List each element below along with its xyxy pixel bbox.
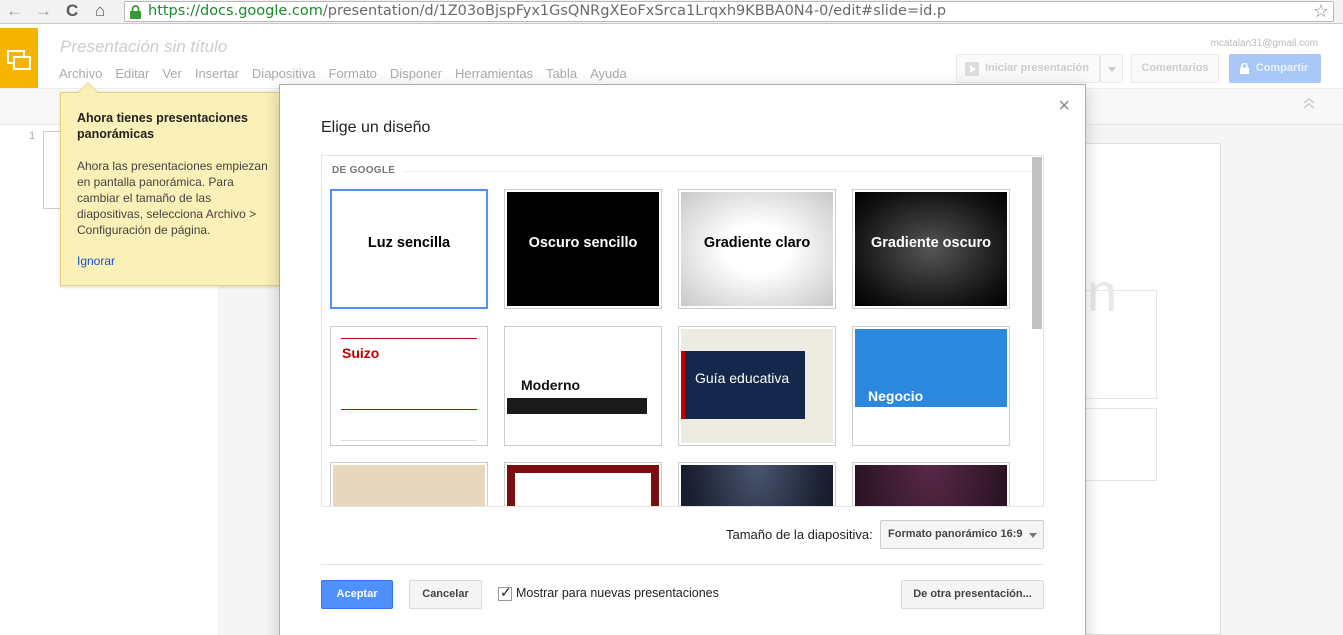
section-divider [404, 171, 1034, 172]
menu-herramientas[interactable]: Herramientas [455, 66, 533, 81]
theme-name: Oscuro sencillo [528, 235, 638, 251]
dialog-divider [321, 564, 1044, 565]
bookmark-star-icon[interactable]: ☆ [1313, 1, 1329, 22]
show-for-new-label[interactable]: Mostrar para nuevas presentaciones [516, 586, 719, 600]
start-presentation-label: Iniciar presentación [985, 62, 1089, 74]
theme-purple[interactable] [852, 462, 1010, 506]
home-icon[interactable]: ⌂ [95, 2, 105, 20]
slides-logo[interactable] [0, 28, 38, 88]
back-arrow-icon[interactable]: ← [6, 2, 23, 20]
menu-formato[interactable]: Formato [329, 66, 377, 81]
from-other-presentation-button[interactable]: De otra presentación... [901, 580, 1044, 609]
close-icon[interactable]: × [1058, 94, 1070, 118]
menu-ver[interactable]: Ver [162, 66, 182, 81]
theme-name: Guía educativa [695, 370, 790, 386]
slide-size-value: Formato panorámico 16:9 [888, 528, 1023, 540]
share-button[interactable]: Compartir [1229, 54, 1321, 83]
theme-gradiente-claro[interactable]: Gradiente claro [678, 189, 836, 309]
theme-luz-sencilla[interactable]: Luz sencilla [330, 189, 488, 309]
play-icon [965, 62, 979, 76]
address-bar[interactable]: https://docs.google.com/presentation/d/1… [124, 1, 1334, 22]
theme-suizo[interactable]: Suizo [330, 326, 488, 446]
theme-name: Gradiente claro [703, 235, 811, 251]
cancel-button[interactable]: Cancelar [409, 580, 482, 609]
tooltip-body: Ahora las presentaciones empiezan en pan… [77, 159, 268, 237]
widescreen-tooltip: Ahora tienes presentaciones panorámicas … [60, 82, 294, 286]
swiss-top-line [341, 338, 477, 339]
chevron-down-icon [1029, 533, 1037, 538]
url-path: /presentation/d/1Z03oBjspFyx1GsQNRgXEoFx… [322, 3, 947, 19]
menu-insertar[interactable]: Insertar [195, 66, 239, 81]
theme-name: Negocio [868, 388, 924, 404]
url-scheme: https:// [148, 3, 200, 19]
choose-theme-dialog: × Elige un diseño DE GOOGLE Luz sencilla… [279, 84, 1086, 635]
theme-gradiente-oscuro[interactable]: Gradiente oscuro [852, 189, 1010, 309]
reload-icon[interactable]: C [66, 2, 78, 20]
accept-button[interactable]: Aceptar [321, 580, 393, 609]
swiss-mid-line [341, 409, 477, 410]
theme-dark-spotlight[interactable] [678, 462, 836, 506]
show-for-new-checkbox[interactable]: ✓ [498, 584, 512, 601]
menu-tabla[interactable]: Tabla [546, 66, 577, 81]
chevron-down-icon [1108, 67, 1116, 72]
share-label: Compartir [1255, 62, 1309, 74]
forward-arrow-icon[interactable]: → [35, 2, 52, 20]
modern-bar [507, 398, 647, 414]
user-email[interactable]: mcatalan31@gmail.com [1211, 38, 1318, 49]
background-slide-text: n [1087, 263, 1118, 323]
theme-tan[interactable] [330, 462, 488, 506]
swiss-bottom-line [341, 440, 477, 441]
theme-name: Gradiente oscuro [870, 235, 992, 251]
subtitle-placeholder[interactable] [1085, 408, 1157, 481]
url-text: https://docs.google.com/presentation/d/1… [148, 3, 946, 19]
slide-size-select[interactable]: Formato panorámico 16:9 [880, 520, 1044, 549]
slide-size-label: Tamaño de la diapositiva: [726, 527, 873, 542]
slide-number: 1 [29, 130, 36, 142]
tooltip-title: Ahora tienes presentaciones panorámicas [77, 111, 248, 141]
theme-moderno[interactable]: Moderno [504, 326, 662, 446]
menu-disponer[interactable]: Disponer [390, 66, 442, 81]
section-label: DE GOOGLE [332, 165, 396, 176]
check-icon: ✓ [500, 584, 512, 600]
theme-red-frame[interactable] [504, 462, 662, 506]
url-host: docs.google.com [199, 3, 323, 19]
presentation-dropdown-button[interactable] [1100, 54, 1123, 83]
menu-bar: Archivo Editar Ver Insertar Diapositiva Forma… [59, 66, 640, 81]
start-presentation-button[interactable]: Iniciar presentación [956, 54, 1100, 83]
theme-list[interactable]: DE GOOGLE Luz sencilla Oscuro sencillo G… [321, 155, 1044, 507]
menu-archivo[interactable]: Archivo [59, 66, 102, 81]
red-frame-inner [515, 473, 651, 506]
lock-icon [130, 5, 141, 19]
theme-name: Moderno [521, 377, 581, 393]
theme-negocio[interactable]: Negocio [852, 326, 1010, 446]
menu-editar[interactable]: Editar [115, 66, 149, 81]
theme-guia-educativa[interactable]: Guía educativa [678, 326, 836, 446]
dialog-title: Elige un diseño [321, 119, 431, 136]
lock-icon [1240, 63, 1249, 74]
slides-logo-icon [7, 50, 31, 70]
scrollbar[interactable] [1032, 157, 1042, 329]
ignore-link[interactable]: Ignorar [77, 254, 277, 268]
comments-button[interactable]: Comentarios [1131, 54, 1219, 83]
theme-name: Luz sencilla [367, 235, 451, 251]
document-title[interactable]: Presentación sin título [60, 37, 227, 57]
browser-toolbar: ← → C ⌂ https://docs.google.com/presenta… [0, 0, 1343, 24]
collapse-chevron-icon[interactable] [1303, 97, 1315, 109]
menu-ayuda[interactable]: Ayuda [590, 66, 627, 81]
theme-name: Suizo [342, 345, 380, 361]
theme-oscuro-sencillo[interactable]: Oscuro sencillo [504, 189, 662, 309]
menu-diapositiva[interactable]: Diapositiva [252, 66, 316, 81]
